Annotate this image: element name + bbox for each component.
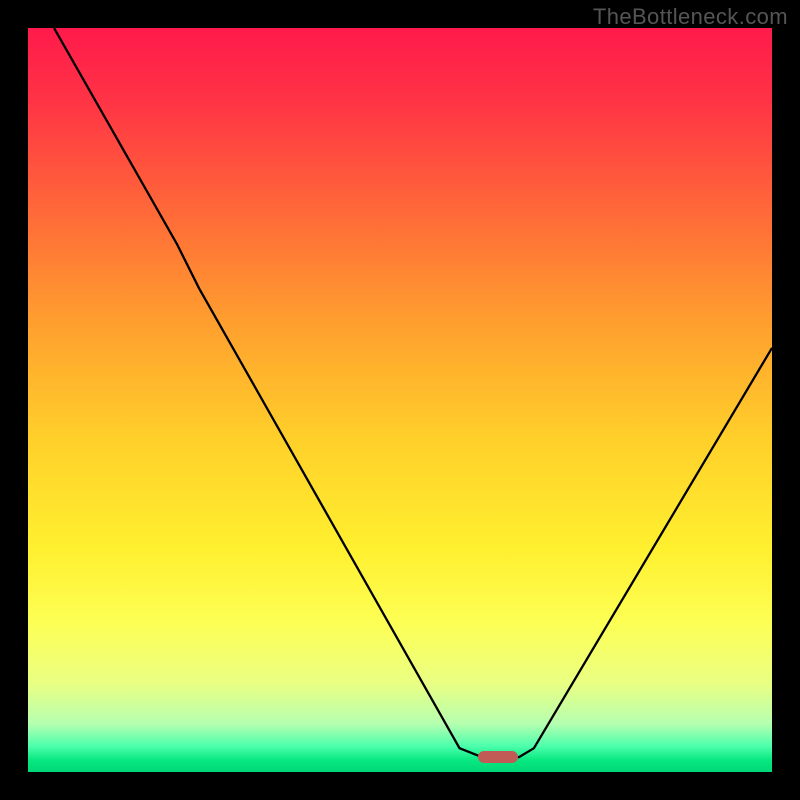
watermark-text: TheBottleneck.com bbox=[593, 4, 788, 30]
optimal-marker bbox=[478, 751, 517, 763]
bottleneck-curve bbox=[28, 28, 772, 772]
curve-path bbox=[54, 28, 772, 757]
chart-frame: TheBottleneck.com bbox=[0, 0, 800, 800]
plot-area bbox=[28, 28, 772, 772]
